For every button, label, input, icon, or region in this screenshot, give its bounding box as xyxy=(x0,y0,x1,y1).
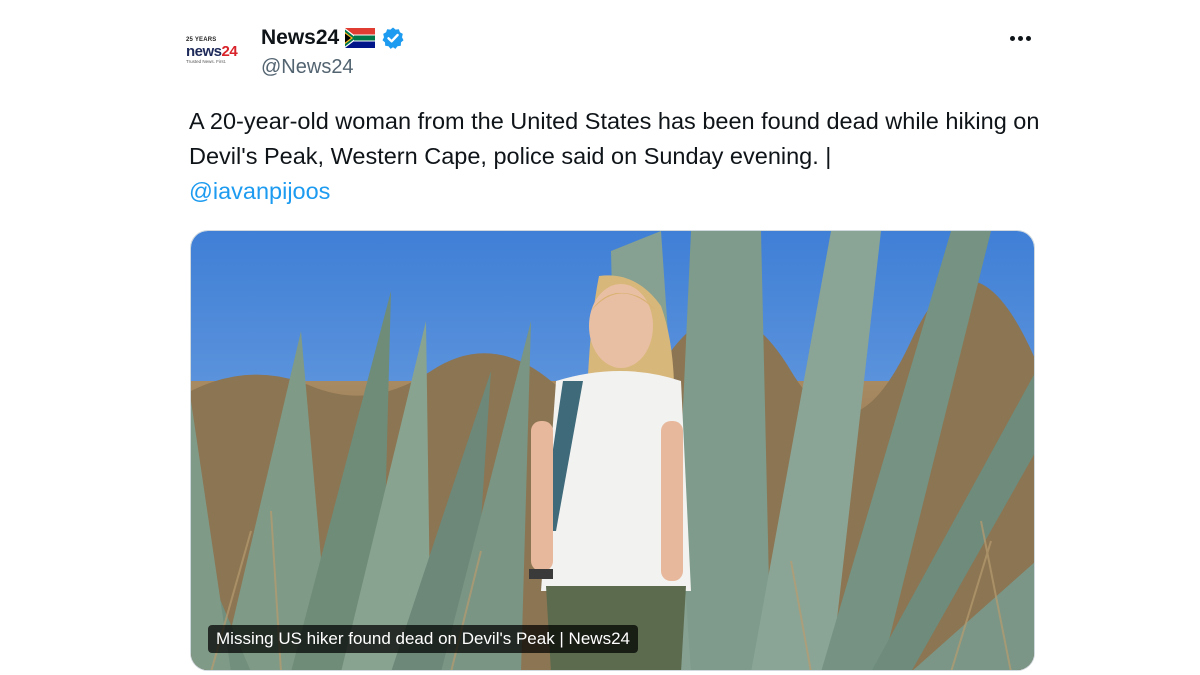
tweet-body: A 20-year-old woman from the United Stat… xyxy=(189,108,1040,169)
verified-badge-icon xyxy=(381,26,405,50)
name-row: News24 xyxy=(261,24,405,52)
tweet-photo[interactable] xyxy=(190,230,1035,671)
account-handle[interactable]: @News24 xyxy=(261,56,354,79)
avatar-brand: news24 xyxy=(186,43,238,60)
news24-avatar[interactable]: 25 YEARS news24 Trusted News. First. xyxy=(186,33,250,69)
avatar-brand-news: news xyxy=(186,43,222,60)
media-caption: Missing US hiker found dead on Devil's P… xyxy=(208,625,638,653)
hiker-photo-illustration xyxy=(191,231,1034,670)
display-name[interactable]: News24 xyxy=(261,26,339,50)
mention-link[interactable]: @iavanpijoos xyxy=(189,178,330,204)
more-options-icon[interactable] xyxy=(1006,26,1034,50)
tweet-card[interactable]: 25 YEARS news24 Trusted News. First. New… xyxy=(0,0,1200,675)
south-africa-flag-icon xyxy=(345,28,376,48)
avatar-brand-num: 24 xyxy=(221,43,238,60)
tweet-text: A 20-year-old woman from the United Stat… xyxy=(189,104,1049,209)
avatar-tagline: Trusted News. First. xyxy=(186,59,227,64)
